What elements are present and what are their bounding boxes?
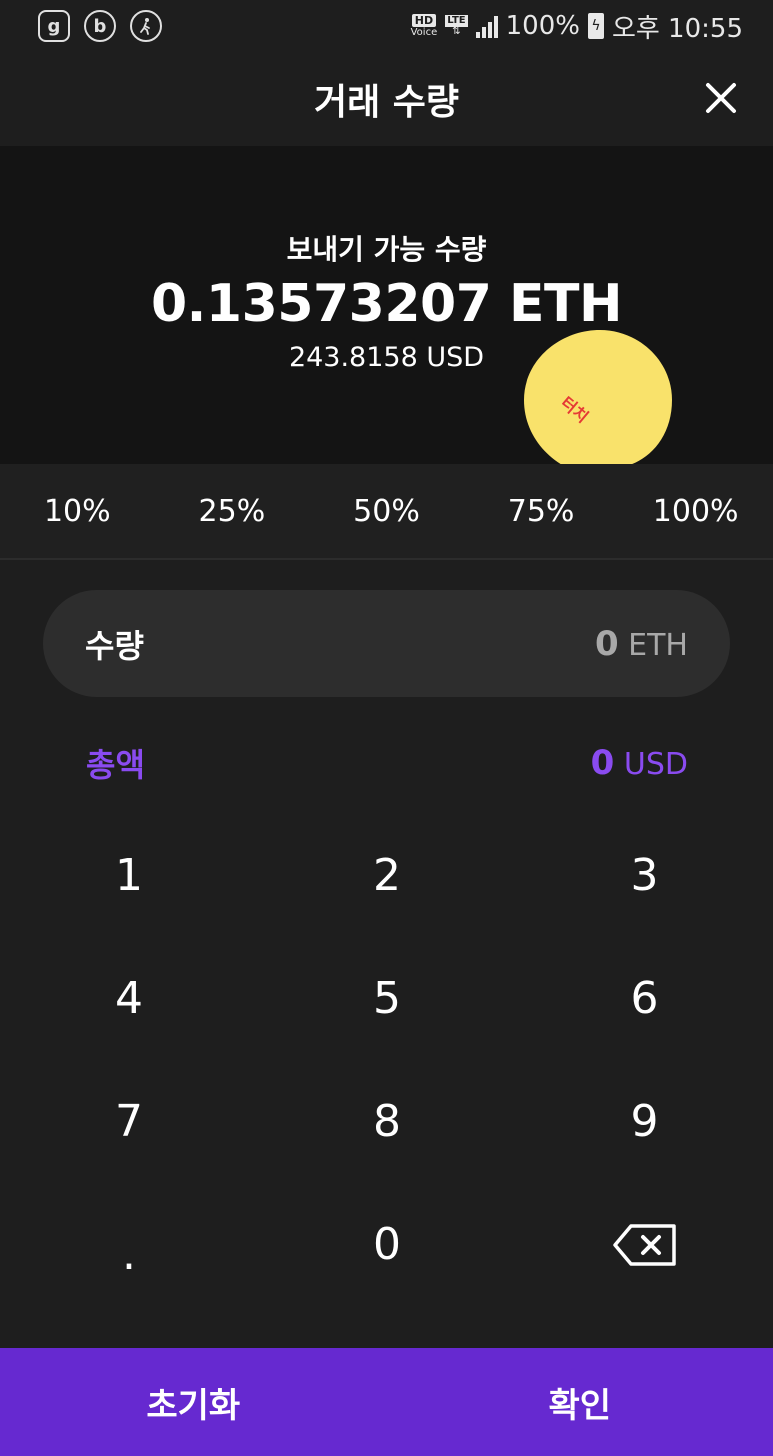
close-button[interactable]	[699, 76, 743, 120]
signal-icon	[475, 14, 498, 38]
key-2[interactable]: 2	[258, 814, 516, 937]
confirm-button[interactable]: 확인	[387, 1348, 773, 1456]
data-arrows-icon: ⇅	[452, 26, 461, 37]
walking-app-icon	[130, 10, 162, 42]
percent-25-button[interactable]: 25%	[155, 494, 310, 529]
reset-button[interactable]: 초기화	[0, 1348, 387, 1456]
key-6[interactable]: 6	[516, 937, 773, 1060]
lte-icon: LTE ⇅	[445, 15, 468, 37]
page-title: 거래 수량	[313, 82, 459, 123]
key-9[interactable]: 9	[516, 1060, 773, 1183]
quantity-unit: ETH	[628, 627, 688, 663]
total-row: 총액 0 USD	[86, 736, 688, 790]
quantity-label: 수량	[85, 626, 144, 665]
key-5[interactable]: 5	[258, 937, 516, 1060]
bottom-action-bar: 초기화 확인	[0, 1348, 773, 1456]
status-time: 오후 10:55	[611, 13, 743, 44]
total-label: 총액	[86, 746, 145, 784]
hd-label: HD	[411, 14, 437, 27]
battery-percent: 100%	[505, 11, 580, 41]
backspace-button[interactable]	[516, 1183, 773, 1306]
key-7[interactable]: 7	[0, 1060, 258, 1183]
close-icon	[706, 83, 736, 113]
hd-voice-icon: HD Voice	[410, 14, 438, 38]
total-number: 0	[590, 743, 615, 783]
key-4[interactable]: 4	[0, 937, 258, 1060]
numeric-keypad: 1 2 3 4 5 6 7 8 9 . 0	[0, 814, 773, 1306]
walking-icon	[140, 18, 150, 35]
percent-50-button[interactable]: 50%	[309, 494, 464, 529]
percent-100-button[interactable]: 100%	[618, 494, 773, 529]
backspace-icon	[612, 1223, 676, 1266]
b-app-icon: b	[84, 10, 116, 42]
key-decimal[interactable]: .	[0, 1183, 258, 1306]
available-label: 보내기 가능 수량	[286, 233, 487, 266]
g-app-icon: g	[38, 10, 70, 42]
key-8[interactable]: 8	[258, 1060, 516, 1183]
available-amount: 0.13573207 ETH	[150, 274, 623, 334]
key-1[interactable]: 1	[0, 814, 258, 937]
status-app-icons: g b	[38, 10, 162, 42]
status-bar: g b HD Voice LTE ⇅ 100% ϟ 오후 10:55	[0, 0, 773, 52]
key-3[interactable]: 3	[516, 814, 773, 937]
quantity-value: 0 ETH	[595, 624, 688, 664]
quantity-field[interactable]: 수량 0 ETH	[43, 590, 730, 697]
status-indicators: HD Voice LTE ⇅ 100% ϟ 오후 10:55	[411, 8, 743, 45]
battery-charging-icon: ϟ	[587, 13, 604, 39]
total-value: 0 USD	[591, 743, 688, 783]
total-unit: USD	[623, 747, 688, 782]
key-0[interactable]: 0	[258, 1183, 516, 1306]
percent-75-button[interactable]: 75%	[464, 494, 619, 529]
percent-10-button[interactable]: 10%	[0, 494, 155, 529]
percent-selector: 10% 25% 50% 75% 100%	[0, 464, 773, 560]
header: 거래 수량	[0, 52, 773, 146]
quantity-number: 0	[594, 623, 619, 664]
voice-label: Voice	[410, 27, 438, 38]
